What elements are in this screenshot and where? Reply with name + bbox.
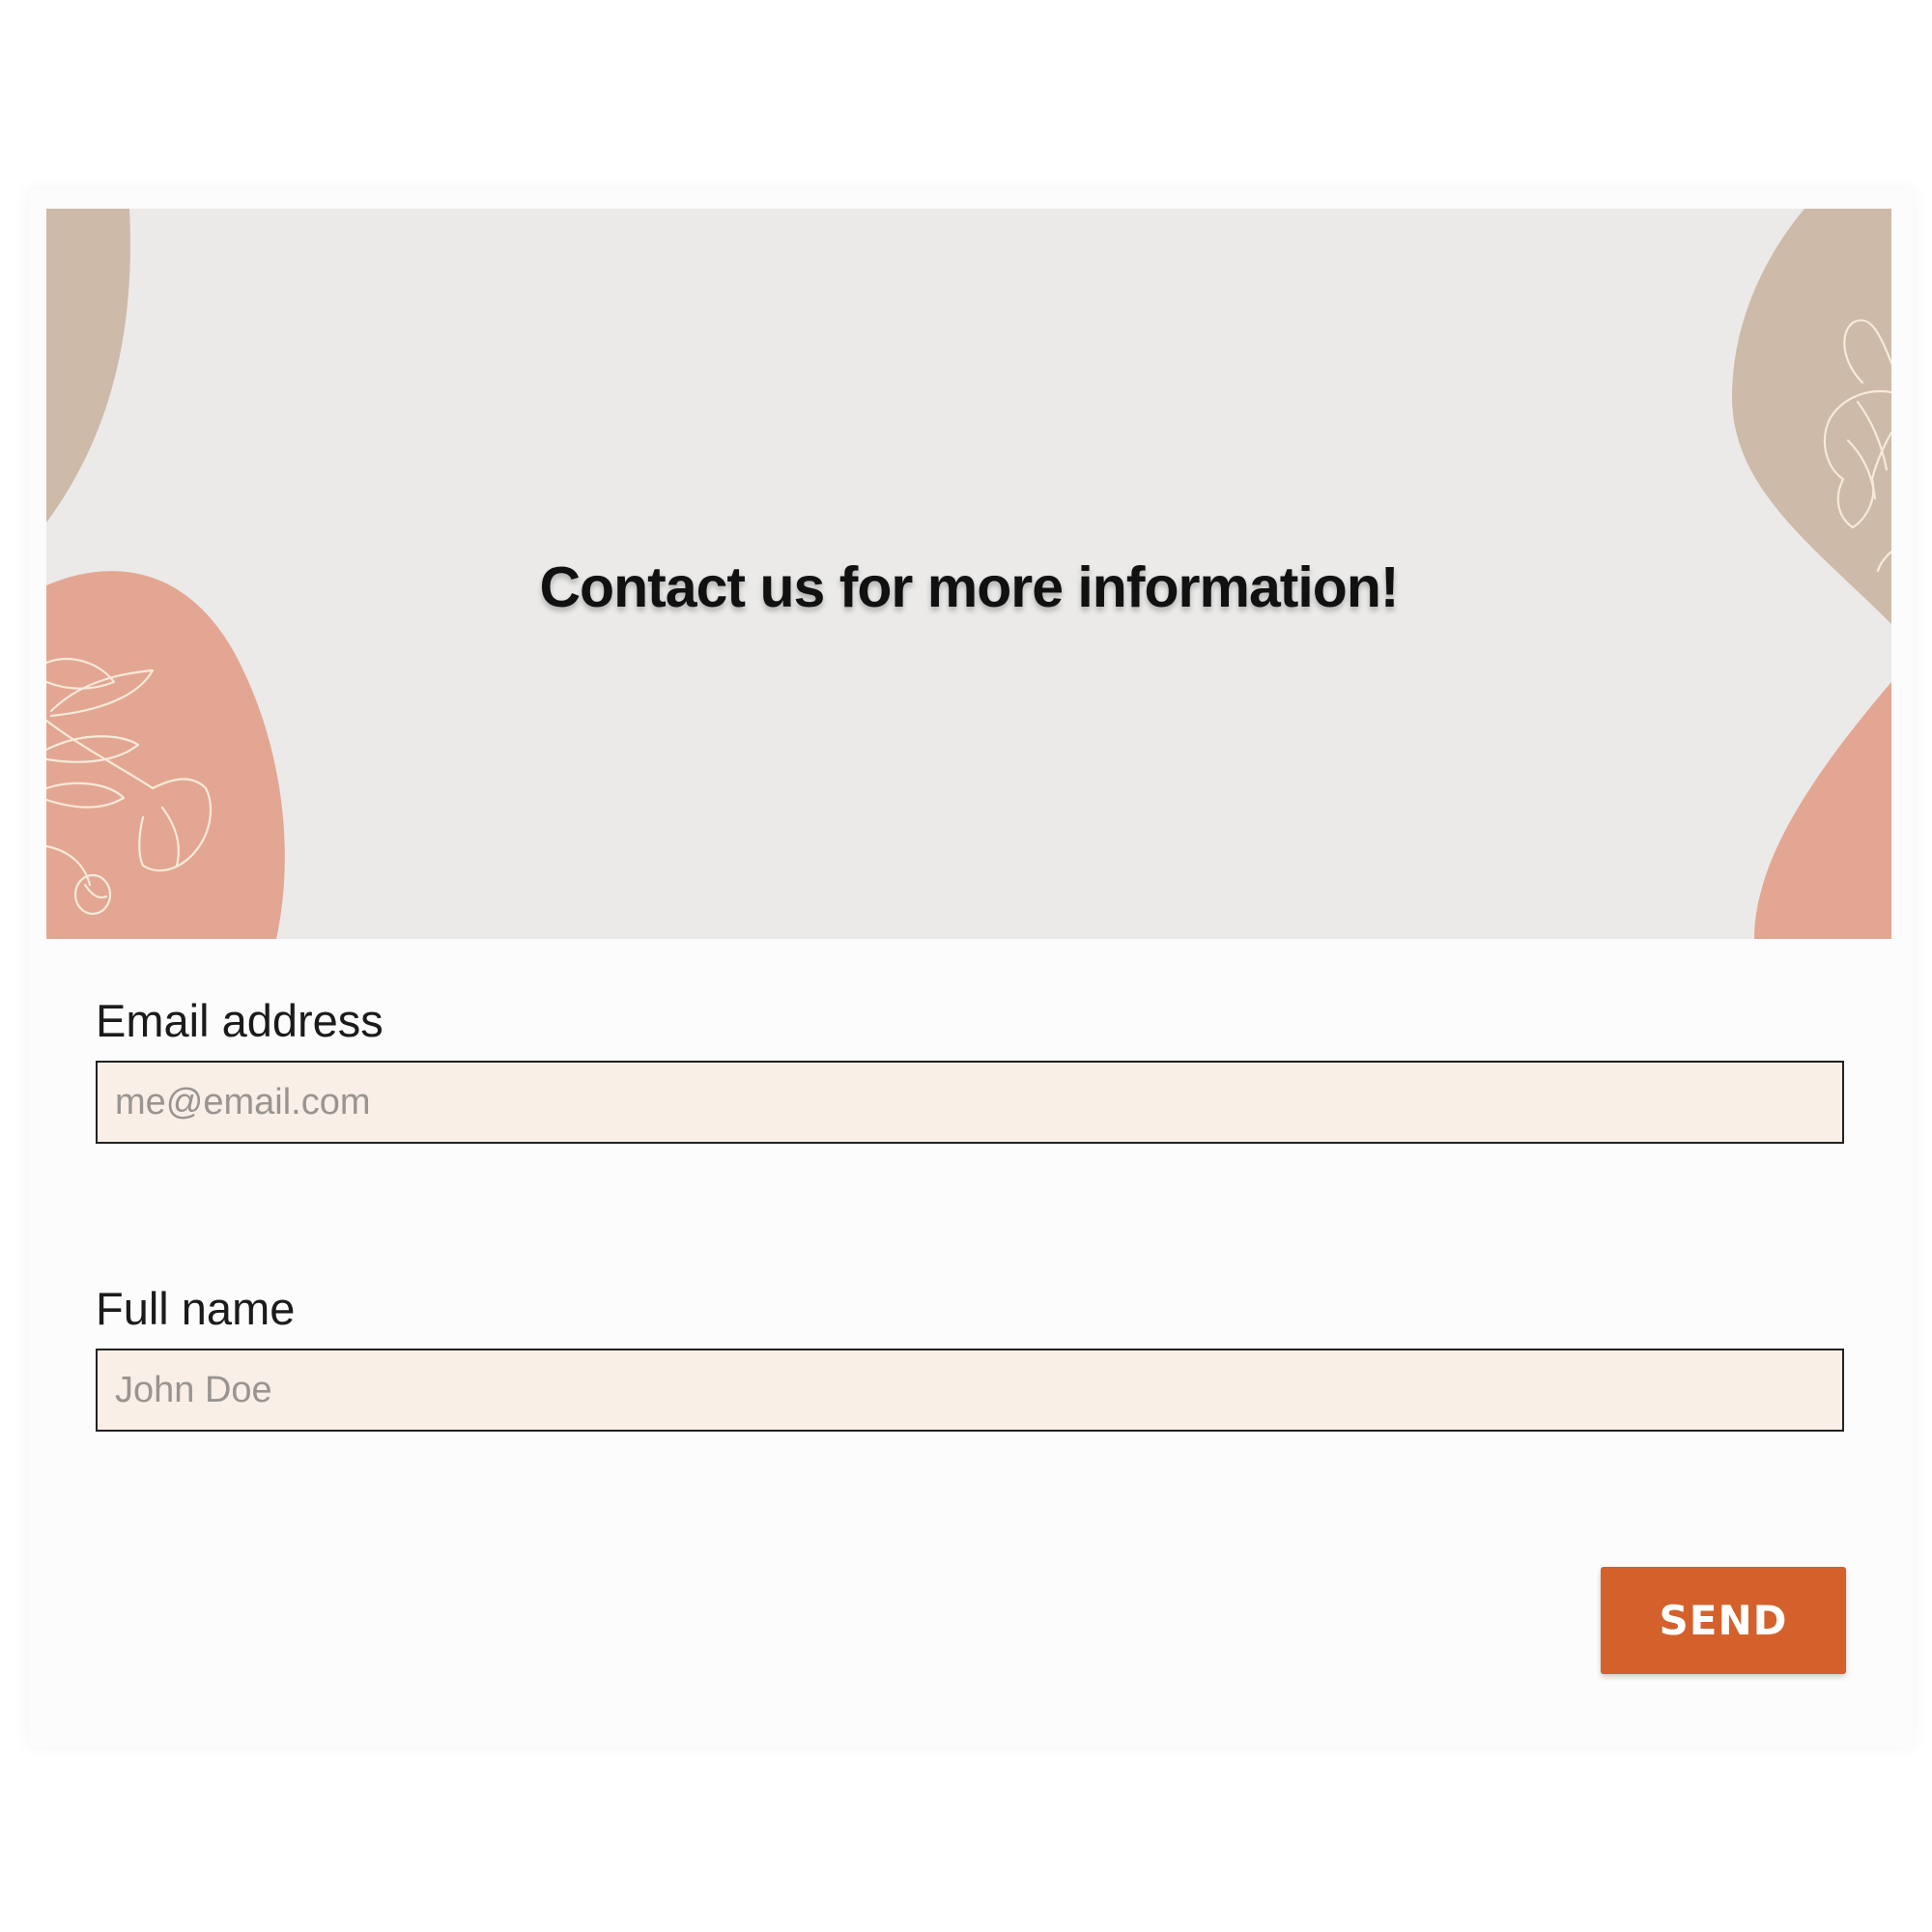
taupe-blob-top-left	[46, 209, 130, 523]
salmon-blob-bottom-left	[46, 571, 285, 939]
contact-card: Contact us for more information! Email a…	[29, 189, 1913, 1747]
contact-banner: Contact us for more information!	[46, 209, 1891, 939]
full-name-input[interactable]	[96, 1349, 1844, 1432]
email-label: Email address	[96, 995, 384, 1046]
full-name-label: Full name	[96, 1283, 296, 1334]
contact-form: Email address Full name SEND	[29, 939, 1913, 1747]
salmon-blob-bottom-right	[1754, 682, 1891, 939]
banner-title: Contact us for more information!	[539, 555, 1399, 619]
email-input[interactable]	[96, 1061, 1844, 1144]
send-button[interactable]: SEND	[1601, 1567, 1846, 1674]
